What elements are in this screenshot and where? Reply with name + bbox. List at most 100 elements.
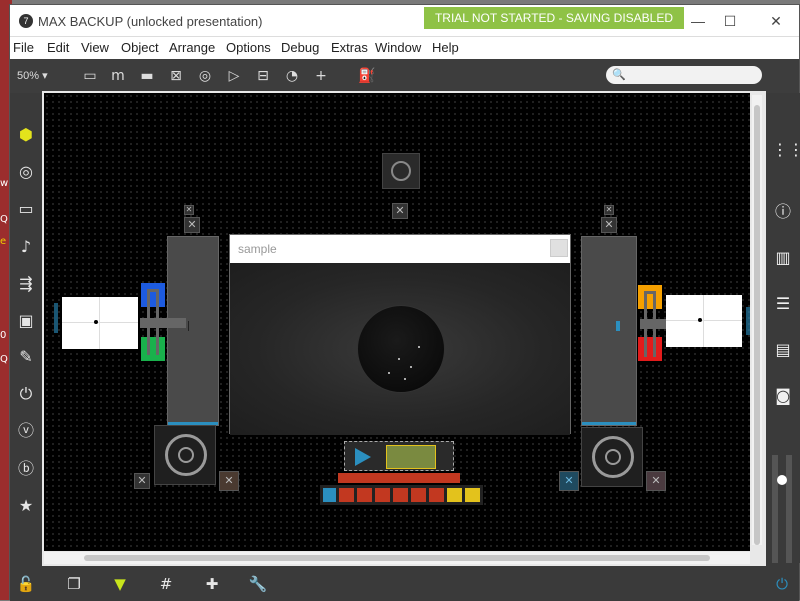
menu-object[interactable]: Object <box>121 40 159 55</box>
paperclip-icon[interactable]: ✎ <box>16 347 36 367</box>
color-cell-red[interactable] <box>357 488 372 502</box>
patcher-canvas[interactable]: ✕ ✕ ✕ ✕ ✕ ✕ ✕ ✕ ✕ sample <box>44 93 750 551</box>
window-title: MAX BACKUP (unlocked presentation) <box>38 14 263 29</box>
right-speaker[interactable] <box>581 427 643 487</box>
pad-point[interactable] <box>94 320 98 324</box>
progress-bar[interactable] <box>338 473 460 483</box>
menu-help[interactable]: Help <box>432 40 459 55</box>
music-note-icon[interactable]: ♪ <box>16 237 36 257</box>
maximize-button[interactable]: ☐ <box>718 11 742 31</box>
zoom-select[interactable]: 50% ▾ <box>17 69 48 82</box>
color-cell-red[interactable] <box>393 488 408 502</box>
left-channel-panel[interactable] <box>167 236 219 426</box>
left-speaker[interactable] <box>154 425 216 485</box>
unlock-icon[interactable]: 🔓 <box>16 574 36 594</box>
background-text: Q <box>0 354 8 365</box>
cube-icon[interactable]: ⬢ <box>16 125 36 145</box>
dark-sphere <box>357 305 445 393</box>
close-icon[interactable]: ✕ <box>601 217 617 233</box>
new-object-icon[interactable]: ▭ <box>81 67 99 85</box>
close-button[interactable]: ✕ <box>764 11 788 31</box>
target-icon[interactable]: ◎ <box>16 162 36 182</box>
vertical-scrollbar[interactable] <box>752 95 762 545</box>
menu-options[interactable]: Options <box>226 40 271 55</box>
open-book-icon[interactable]: ▤ <box>772 339 794 361</box>
color-cell-yellow[interactable] <box>447 488 462 502</box>
sample-window-title: sample <box>238 242 277 256</box>
minimize-button[interactable]: — <box>686 11 710 31</box>
grid-dots-icon[interactable]: ⋮⋮ <box>772 139 800 161</box>
menu-window[interactable]: Window <box>375 40 421 55</box>
close-icon[interactable]: ✕ <box>184 205 194 215</box>
grid-icon[interactable]: # <box>156 574 176 594</box>
star-icon[interactable]: ★ <box>16 496 36 516</box>
video-thumbnail <box>386 445 436 469</box>
list-icon[interactable]: ☰ <box>772 293 794 315</box>
close-icon[interactable]: ✕ <box>559 471 579 491</box>
color-cell-blue[interactable] <box>323 488 336 502</box>
slider-icon[interactable]: ⊟ <box>254 67 272 85</box>
stack-icon[interactable]: ❐ <box>64 574 84 594</box>
right-channel-panel[interactable] <box>581 236 637 426</box>
wrench-icon[interactable]: 🔧 <box>248 574 268 594</box>
color-cell-red[interactable] <box>411 488 426 502</box>
close-icon[interactable]: ✕ <box>184 217 200 233</box>
playbar-icon[interactable]: ▷ <box>225 67 243 85</box>
max-logo-icon: 7 <box>19 14 33 28</box>
vimeo-icon[interactable]: ⓥ <box>16 421 36 441</box>
b-icon[interactable]: ⓑ <box>16 459 36 479</box>
color-selector[interactable] <box>320 485 483 505</box>
center-top-button[interactable] <box>382 153 420 189</box>
button-icon[interactable]: ◎ <box>196 67 214 85</box>
close-icon[interactable]: ✕ <box>134 473 150 489</box>
title-bar: 7 MAX BACKUP (unlocked presentation) TRI… <box>10 5 799 37</box>
right-xy-pad[interactable] <box>666 295 742 347</box>
sample-jit-window[interactable]: sample <box>229 234 571 435</box>
pad-point[interactable] <box>698 318 702 322</box>
volume-slider-handle[interactable] <box>777 475 787 485</box>
bus-icon[interactable]: ▭ <box>16 199 36 219</box>
camera-icon[interactable]: ◙ <box>772 385 794 407</box>
comment-icon[interactable]: ▬ <box>138 67 156 85</box>
scroll-thumb[interactable] <box>754 105 760 545</box>
menu-extras[interactable]: Extras <box>331 40 368 55</box>
close-icon[interactable]: ✕ <box>392 203 408 219</box>
plus-icon[interactable]: + <box>312 67 330 85</box>
close-icon[interactable]: ✕ <box>219 471 239 491</box>
message-icon[interactable]: m <box>109 67 127 85</box>
plug-icon[interactable]: ⏻ <box>16 384 36 404</box>
presentation-icon[interactable]: ▼ <box>110 574 130 594</box>
menu-file[interactable]: File <box>13 40 34 55</box>
scroll-thumb[interactable] <box>84 555 710 561</box>
right-inlet-strip <box>746 307 750 335</box>
dial-icon[interactable]: ◔ <box>283 67 301 85</box>
left-xy-pad[interactable] <box>62 297 138 349</box>
menu-edit[interactable]: Edit <box>47 40 69 55</box>
menu-debug[interactable]: Debug <box>281 40 319 55</box>
sample-video-view <box>230 263 570 435</box>
step-sequencer-icon[interactable]: ⇶ <box>16 274 36 294</box>
color-cell-yellow[interactable] <box>465 488 480 502</box>
color-cell-red[interactable] <box>429 488 444 502</box>
playbar[interactable] <box>344 441 454 471</box>
slider-marker <box>616 321 620 331</box>
close-icon[interactable]: ✕ <box>646 471 666 491</box>
trial-status-badge: TRIAL NOT STARTED - SAVING DISABLED <box>424 7 684 29</box>
image-icon[interactable]: ▣ <box>16 311 36 331</box>
menu-arrange[interactable]: Arrange <box>169 40 215 55</box>
book-icon[interactable]: ▥ <box>772 247 794 269</box>
color-cell-red[interactable] <box>339 488 354 502</box>
sample-window-button[interactable] <box>550 239 568 257</box>
paint-bucket-icon[interactable]: ⛽ <box>358 67 376 85</box>
info-icon[interactable]: ⓘ <box>772 201 794 223</box>
play-icon[interactable] <box>355 448 371 466</box>
color-cell-red[interactable] <box>375 488 390 502</box>
toggle-icon[interactable]: ⊠ <box>167 67 185 85</box>
horizontal-scrollbar[interactable] <box>44 552 750 564</box>
sample-window-header[interactable]: sample <box>230 235 570 263</box>
menu-view[interactable]: View <box>81 40 109 55</box>
debug-icon[interactable]: ✚ <box>202 574 222 594</box>
search-input[interactable]: 🔍 <box>606 66 762 84</box>
power-icon[interactable]: ⏻ <box>772 574 792 594</box>
close-icon[interactable]: ✕ <box>604 205 614 215</box>
